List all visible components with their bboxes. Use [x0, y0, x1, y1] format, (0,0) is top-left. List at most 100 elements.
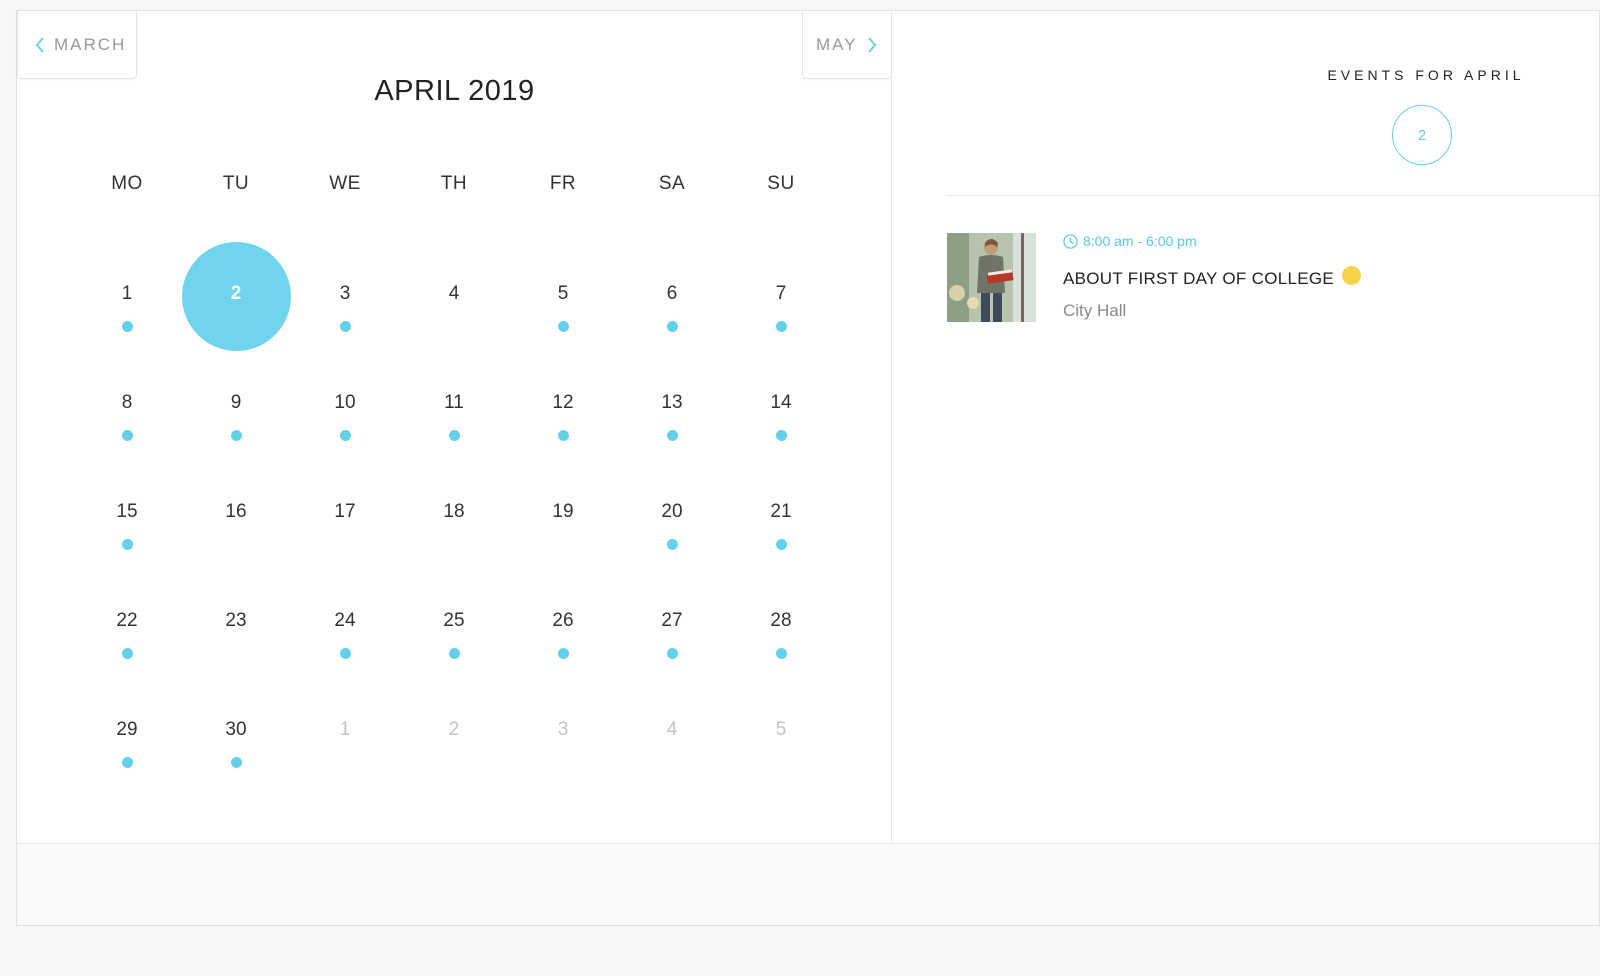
calendar-panel: MARCH MAY APRIL 2019 MO TU WE TH FR SA S… [17, 11, 892, 843]
day-number: 16 [225, 501, 247, 522]
calendar-day[interactable]: 23 [182, 569, 291, 678]
event-time-text: 8:00 am - 6:00 pm [1083, 233, 1197, 249]
day-number: 1 [339, 719, 351, 740]
calendar-day[interactable]: 9 [182, 351, 291, 460]
calendar-day[interactable]: 1 [291, 678, 400, 787]
event-color-marker [1342, 265, 1362, 285]
calendar-day[interactable]: 13 [618, 351, 727, 460]
event-indicator-dot [775, 538, 787, 550]
calendar-day[interactable]: 12 [509, 351, 618, 460]
calendar-day[interactable]: 8 [73, 351, 182, 460]
day-number: 20 [661, 501, 683, 522]
event-indicator-dot [121, 429, 133, 441]
calendar-day[interactable]: 5 [509, 242, 618, 351]
calendar-day[interactable]: 26 [509, 569, 618, 678]
calendar-day[interactable]: 16 [182, 460, 291, 569]
calendar-day[interactable]: 6 [618, 242, 727, 351]
day-number: 10 [334, 392, 356, 413]
calendar-day[interactable]: 20 [618, 460, 727, 569]
day-number: 7 [775, 283, 787, 304]
event-indicator-dot [666, 429, 678, 441]
day-number: 1 [121, 283, 133, 304]
event-indicator-dot [775, 429, 787, 441]
event-indicator-dot [230, 429, 242, 441]
day-number: 24 [334, 610, 356, 631]
day-number: 18 [443, 501, 465, 522]
event-indicator-dot [448, 429, 460, 441]
day-number: 14 [770, 392, 792, 413]
day-number: 22 [116, 610, 138, 631]
calendar-day[interactable]: 4 [618, 678, 727, 787]
day-grid: 1 2 3 4 5 6 7 8 9 10 11 12 13 14 15 16 17 18 19 20 21 22 23 24 2… [17, 11, 892, 843]
day-number: 15 [116, 501, 138, 522]
calendar-day[interactable]: 2 [400, 678, 509, 787]
event-location: City Hall [1063, 301, 1127, 320]
day-number: 8 [121, 392, 133, 413]
calendar-day[interactable]: 11 [400, 351, 509, 460]
event-indicator-dot [121, 647, 133, 659]
event-indicator-dot [339, 320, 351, 332]
event-indicator-dot [557, 429, 569, 441]
day-number: 17 [334, 501, 356, 522]
day-number: 5 [557, 283, 569, 304]
day-number: 4 [666, 719, 678, 740]
calendar-day[interactable]: 28 [727, 569, 836, 678]
events-panel: EVENTS FOR APRIL 2 8:00 am - 6:00 pm ABO… [892, 11, 1599, 843]
student-reading-photo-icon [947, 233, 1036, 322]
event-indicator-dot [230, 756, 242, 768]
calendar-day[interactable]: 29 [73, 678, 182, 787]
event-indicator-dot [666, 538, 678, 550]
calendar-day[interactable]: 19 [509, 460, 618, 569]
calendar-day[interactable]: 3 [291, 242, 400, 351]
event-indicator-dot [775, 647, 787, 659]
event-indicator-dot [339, 429, 351, 441]
day-number: 9 [230, 392, 242, 413]
event-indicator-dot [121, 320, 133, 332]
day-number: 3 [557, 719, 569, 740]
day-number: 27 [661, 610, 683, 631]
event-indicator-dot [557, 320, 569, 332]
calendar-day[interactable]: 17 [291, 460, 400, 569]
event-indicator-dot [339, 647, 351, 659]
event-name[interactable]: ABOUT FIRST DAY OF COLLEGE [1063, 265, 1362, 289]
calendar-day[interactable]: 7 [727, 242, 836, 351]
event-indicator-dot [666, 647, 678, 659]
day-number: 21 [770, 501, 792, 522]
calendar-day[interactable]: 22 [73, 569, 182, 678]
calendar-day[interactable]: 24 [291, 569, 400, 678]
calendar-day[interactable]: 30 [182, 678, 291, 787]
footer-bar [17, 843, 1599, 925]
event-thumbnail[interactable] [947, 233, 1036, 322]
day-number: 23 [225, 610, 247, 631]
event-item[interactable]: 8:00 am - 6:00 pm ABOUT FIRST DAY OF COL… [947, 233, 1567, 325]
calendar-day[interactable]: 4 [400, 242, 509, 351]
calendar-day[interactable]: 14 [727, 351, 836, 460]
day-number: 26 [552, 610, 574, 631]
event-indicator-dot [448, 647, 460, 659]
day-number: 19 [552, 501, 574, 522]
day-number: 2 [230, 283, 242, 304]
event-time: 8:00 am - 6:00 pm [1063, 233, 1197, 249]
clock-icon [1063, 233, 1078, 249]
event-indicator-dot [121, 538, 133, 550]
events-count-badge: 2 [1392, 105, 1452, 165]
day-number: 12 [552, 392, 574, 413]
calendar-day[interactable]: 25 [400, 569, 509, 678]
calendar-day[interactable]: 27 [618, 569, 727, 678]
day-number: 3 [339, 283, 351, 304]
calendar-day[interactable]: 10 [291, 351, 400, 460]
day-number: 11 [444, 392, 464, 413]
event-indicator-dot [775, 320, 787, 332]
calendar-day[interactable]: 5 [727, 678, 836, 787]
day-number: 30 [225, 719, 247, 740]
calendar-day[interactable]: 1 [73, 242, 182, 351]
day-number: 28 [770, 610, 792, 631]
day-number: 6 [666, 283, 678, 304]
calendar-day[interactable]: 18 [400, 460, 509, 569]
calendar-day[interactable]: 15 [73, 460, 182, 569]
calendar-day-selected[interactable]: 2 [181, 241, 291, 351]
calendar-day[interactable]: 3 [509, 678, 618, 787]
day-number: 29 [116, 719, 138, 740]
calendar-day[interactable]: 21 [727, 460, 836, 569]
day-number: 13 [661, 392, 683, 413]
